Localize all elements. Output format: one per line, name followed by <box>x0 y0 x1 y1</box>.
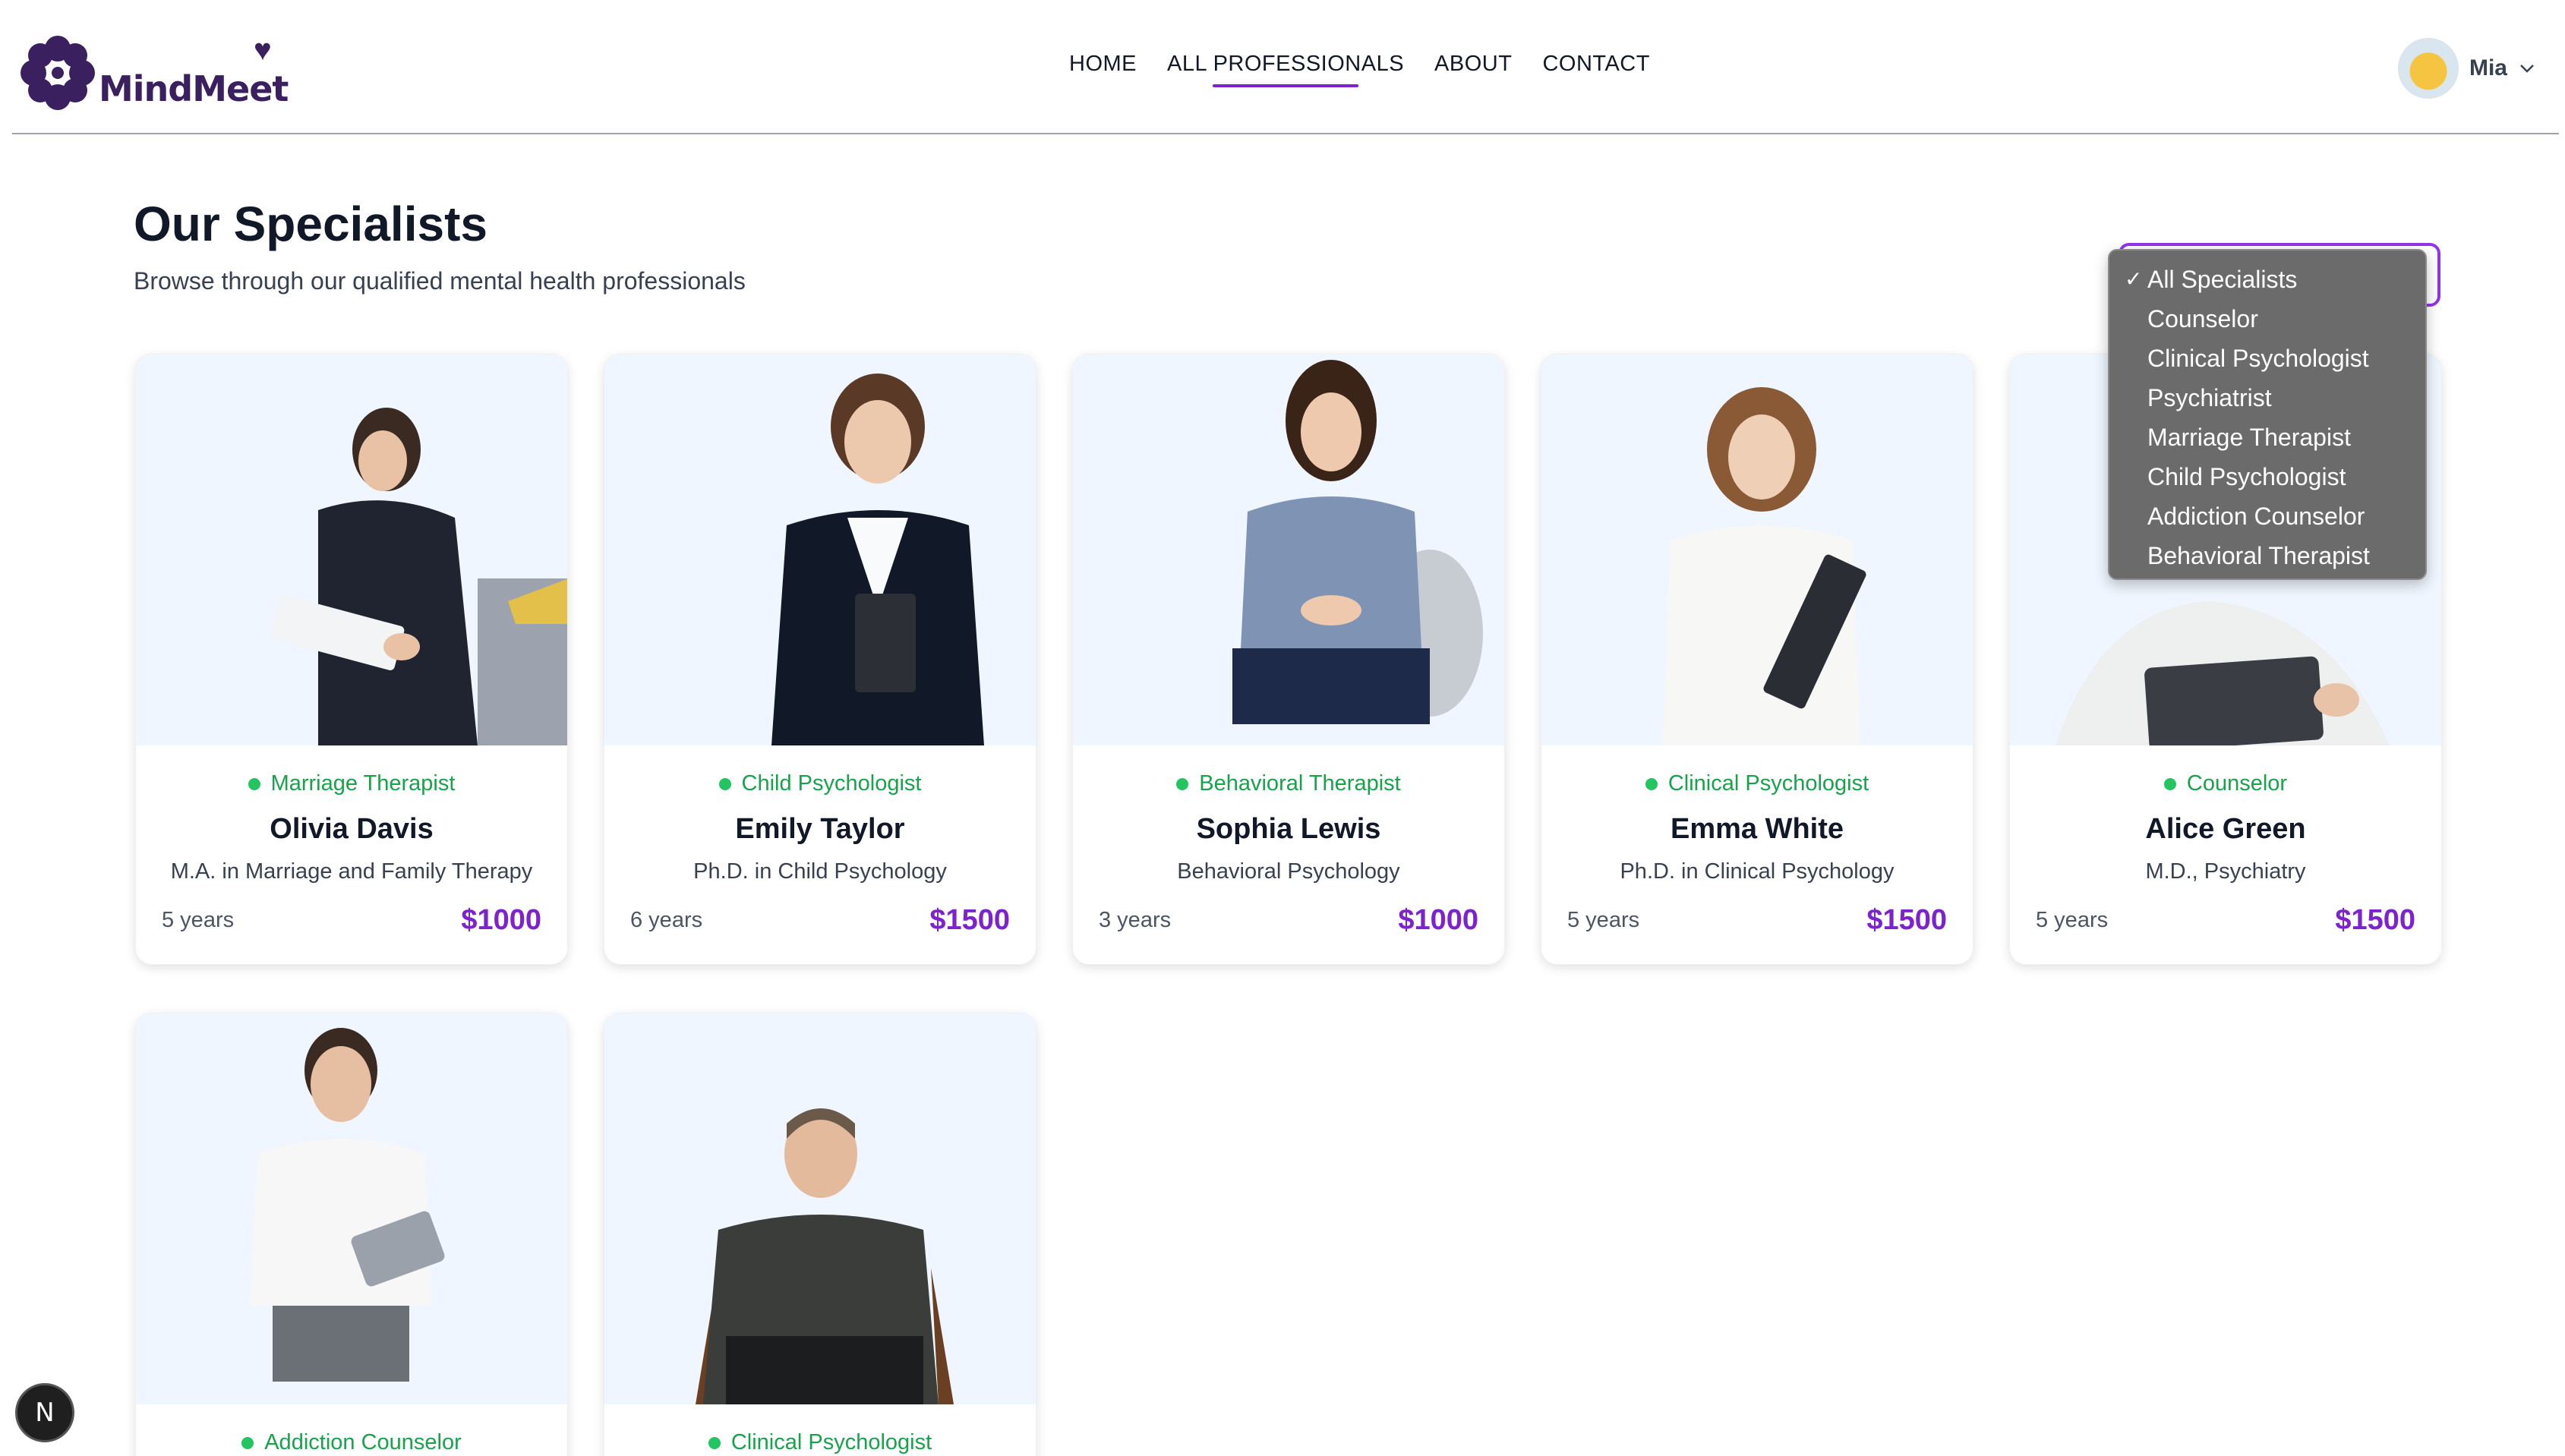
specialist-name: Alice Green <box>2145 813 2306 845</box>
checkmark-icon: ✓ <box>2125 267 2143 291</box>
option-counselor[interactable]: Counselor <box>2109 299 2425 339</box>
specialist-fee: $1500 <box>929 904 1010 936</box>
flower-logo-icon <box>21 36 95 110</box>
option-behavioral-therapist[interactable]: Behavioral Therapist <box>2109 536 2425 575</box>
specialist-specialty: Marriage Therapist <box>270 771 456 796</box>
specialist-specialty: Child Psychologist <box>741 771 922 796</box>
brand-logo[interactable]: MindMeet ♥ <box>20 29 289 112</box>
specialist-experience: 5 years <box>1567 908 1640 932</box>
specialist-name: Olivia Davis <box>270 813 434 845</box>
dev-tools-badge[interactable]: N <box>15 1383 74 1442</box>
specialist-name: Emily Taylor <box>735 813 905 845</box>
specialist-photo <box>136 355 567 745</box>
nav-contact[interactable]: CONTACT <box>1542 52 1650 77</box>
availability-dot <box>248 777 260 790</box>
nav-home[interactable]: HOME <box>1069 52 1137 77</box>
specialist-card[interactable]: Marriage Therapist Olivia Davis M.A. in … <box>135 354 568 965</box>
availability-dot <box>2163 777 2176 790</box>
specialist-card[interactable]: Child Psychologist Emily Taylor Ph.D. in… <box>604 354 1036 965</box>
chevron-down-icon <box>2520 65 2534 73</box>
specialist-card[interactable]: Clinical Psychologist <box>604 1013 1036 1456</box>
specialist-fee: $1500 <box>1866 904 1947 936</box>
specialist-specialty: Counselor <box>2186 771 2288 796</box>
avatar <box>2397 38 2459 99</box>
main-nav: HOME ALL PROFESSIONALS ABOUT CONTACT <box>1069 52 1650 87</box>
availability-dot <box>718 777 731 790</box>
page-subtitle: Browse through our qualified mental heal… <box>134 267 746 295</box>
option-marriage-therapist[interactable]: Marriage Therapist <box>2109 418 2425 457</box>
specialist-photo <box>604 1013 1036 1404</box>
specialist-specialty: Clinical Psychologist <box>730 1430 932 1454</box>
specialist-degree: Ph.D. in Child Psychology <box>693 859 947 884</box>
specialist-experience: 5 years <box>162 908 235 932</box>
availability-dot <box>1645 777 1658 790</box>
specialist-experience: 6 years <box>630 908 703 932</box>
specialist-photo <box>136 1013 567 1404</box>
specialist-name: Sophia Lewis <box>1196 813 1381 845</box>
specialist-degree: Ph.D. in Clinical Psychology <box>1620 859 1895 884</box>
specialty-dropdown-menu: ✓ All Specialists Counselor Clinical Psyc… <box>2108 249 2427 580</box>
specialist-fee: $1000 <box>1398 904 1478 936</box>
specialist-fee: $1000 <box>461 904 541 936</box>
specialist-specialty: Clinical Psychologist <box>1667 771 1869 796</box>
specialist-degree: Behavioral Psychology <box>1177 859 1400 884</box>
specialist-specialty: Behavioral Therapist <box>1199 771 1401 796</box>
option-child-psychologist[interactable]: Child Psychologist <box>2109 457 2425 496</box>
specialist-degree: M.D., Psychiatry <box>2145 859 2306 884</box>
specialist-name: Emma White <box>1670 813 1844 845</box>
page-title: Our Specialists <box>134 197 487 251</box>
brand-name: MindMeet <box>99 68 289 109</box>
specialist-degree: M.A. in Marriage and Family Therapy <box>170 859 533 884</box>
specialist-card[interactable]: Behavioral Therapist Sophia Lewis Behavi… <box>1072 354 1505 965</box>
availability-dot <box>241 1436 254 1449</box>
specialist-card[interactable]: Addiction Counselor <box>135 1013 568 1456</box>
availability-dot <box>708 1436 721 1449</box>
option-psychiatrist[interactable]: Psychiatrist <box>2109 378 2425 418</box>
specialist-experience: 5 years <box>2036 908 2109 932</box>
specialist-photo <box>1073 355 1504 745</box>
specialist-photo <box>604 355 1036 745</box>
specialist-fee: $1500 <box>2335 904 2415 936</box>
specialist-photo <box>1541 355 1973 745</box>
specialist-experience: 3 years <box>1099 908 1172 932</box>
availability-dot <box>1176 777 1189 790</box>
site-header: MindMeet ♥ HOME ALL PROFESSIONALS ABOUT … <box>12 0 2559 134</box>
user-menu[interactable]: Mia <box>2397 38 2536 99</box>
nav-about[interactable]: ABOUT <box>1434 52 1512 77</box>
specialist-card[interactable]: Clinical Psychologist Emma White Ph.D. i… <box>1541 354 1973 965</box>
option-clinical-psychologist[interactable]: Clinical Psychologist <box>2109 339 2425 378</box>
option-addiction-counselor[interactable]: Addiction Counselor <box>2109 496 2425 536</box>
heart-icon: ♥ <box>254 33 272 67</box>
user-name: Mia <box>2469 55 2507 80</box>
nav-all-professionals[interactable]: ALL PROFESSIONALS <box>1167 52 1404 87</box>
option-all-specialists[interactable]: ✓ All Specialists <box>2109 260 2425 299</box>
specialist-specialty: Addiction Counselor <box>264 1430 462 1454</box>
